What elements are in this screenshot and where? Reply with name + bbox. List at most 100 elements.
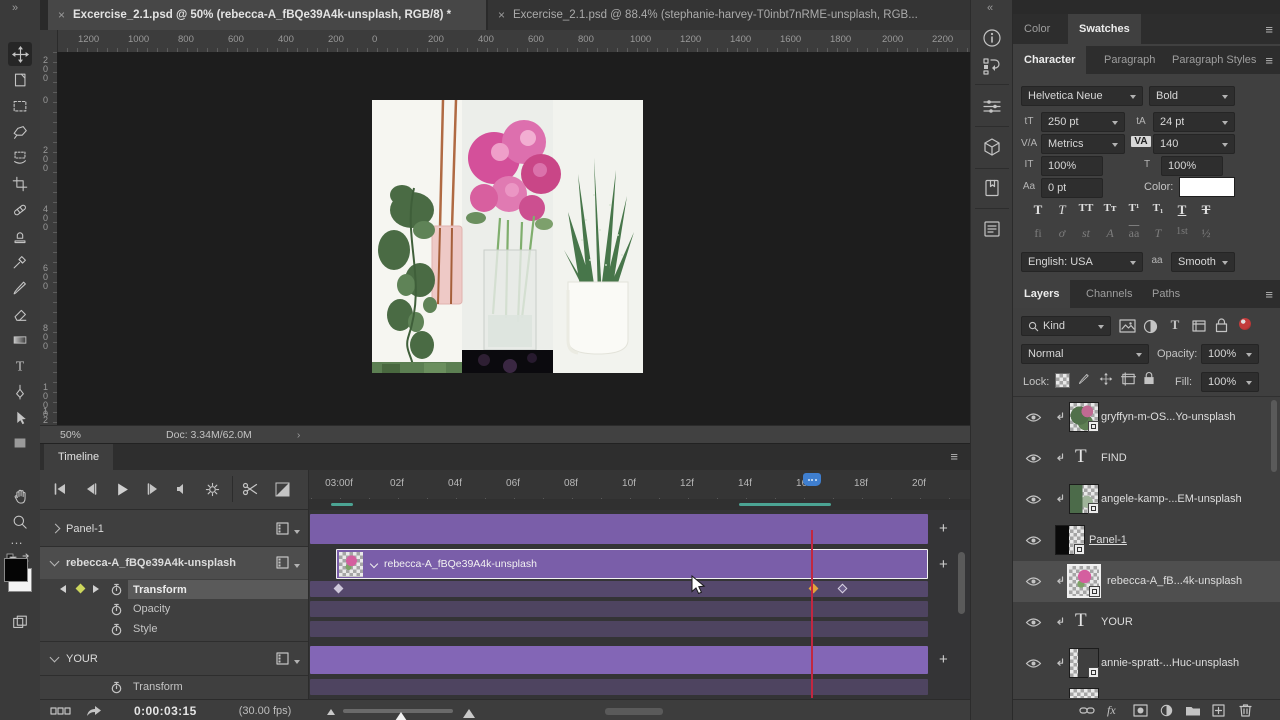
language-select[interactable]: English: USA [1021,252,1143,272]
superscript-button[interactable]: T¹ [1123,202,1145,214]
add-mask-icon[interactable] [1133,704,1148,717]
faux-italic-button[interactable]: T [1051,202,1073,218]
timeline-zoom-slider[interactable] [343,709,453,713]
clip-your[interactable] [310,646,928,674]
chevron-down-icon[interactable] [370,560,378,568]
clone-stamp-tool[interactable] [8,224,32,248]
filter-adjustment-layers-icon[interactable] [1143,319,1158,334]
track-group-rebecca[interactable]: rebecca-A_fBQe39A4k-unsplash [40,547,308,579]
link-layers-icon[interactable] [1079,706,1095,715]
split-at-playhead-button[interactable] [238,478,262,500]
all-caps-button[interactable]: TT [1075,202,1097,214]
new-adjustment-layer-icon[interactable] [1160,704,1173,717]
type-tool[interactable]: T [8,354,32,378]
layer-row[interactable]: T YOUR [1013,602,1280,643]
rectangle-tool[interactable] [8,431,32,455]
add-media-button[interactable]: + [939,558,948,572]
filter-pixel-layers-icon[interactable] [1119,319,1136,333]
titling-alternates-button[interactable]: aa [1123,226,1145,241]
layers-scrollbar[interactable] [1271,400,1277,472]
ordinals-button[interactable]: T [1147,226,1169,241]
move-tool[interactable] [8,42,32,66]
discretionary-ligatures-button[interactable]: st [1075,226,1097,241]
crop-tool[interactable] [8,172,32,196]
lock-pixels-icon[interactable] [1077,372,1091,386]
lock-position-icon[interactable] [1099,372,1113,386]
timeline-horizontal-scrollbar[interactable] [605,708,663,715]
track-group-panel1[interactable]: Panel-1 [40,513,308,545]
gradient-tool[interactable] [8,328,32,352]
visibility-eye-icon[interactable] [1025,658,1042,669]
current-timecode[interactable]: 0:00:03:15 [134,704,197,718]
new-group-icon[interactable] [1185,704,1201,717]
screen-mode-icon[interactable] [8,610,32,634]
visibility-eye-icon[interactable] [1025,412,1042,423]
leading-select[interactable]: 24 pt [1153,112,1235,132]
panel-collapse-icon[interactable]: « [987,2,993,14]
zoom-out-timeline-icon[interactable] [327,705,335,715]
chevron-down-icon[interactable] [294,660,300,667]
add-keyframe-icon[interactable] [76,584,86,594]
strikethrough-button[interactable]: T [1195,202,1217,218]
pen-tool[interactable] [8,380,32,404]
stopwatch-icon[interactable] [110,603,123,616]
document-tab-inactive[interactable]: × Excercise_2.1.psd @ 88.4% (stephanie-h… [488,0,970,30]
small-caps-button[interactable]: Tᴛ [1099,202,1121,214]
property-row-style[interactable]: Style [40,620,308,639]
lock-all-icon[interactable] [1143,371,1155,386]
go-to-first-frame-button[interactable] [48,478,72,500]
audio-mute-button[interactable] [170,478,194,500]
layer-row[interactable]: annie-spratt-...Huc-unsplash [1013,643,1280,684]
tab-color[interactable]: Color [1013,14,1061,44]
tab-swatches[interactable]: Swatches [1068,14,1141,44]
chevron-down-icon[interactable] [294,530,300,537]
blend-mode-select[interactable]: Normal [1021,344,1149,364]
tab-paragraph-styles[interactable]: Paragraph Styles [1161,46,1267,74]
playhead-handle[interactable] [803,473,821,486]
brush-tool[interactable] [8,276,32,300]
chevron-down-icon[interactable] [294,564,300,571]
tab-paths[interactable]: Paths [1141,280,1191,308]
path-select-tool[interactable] [8,406,32,430]
visibility-eye-icon[interactable] [1025,617,1042,628]
baseline-shift-field[interactable]: 0 pt [1041,178,1103,198]
property-row-opacity[interactable]: Opacity [40,600,308,619]
font-family-select[interactable]: Helvetica Neue [1021,86,1143,106]
chevron-down-icon[interactable] [50,557,60,567]
3d-panel-icon[interactable] [976,131,1008,163]
keyframe-lane-transform-your[interactable] [310,679,928,695]
tab-character[interactable]: Character [1013,46,1086,74]
layer-row[interactable]: T FIND [1013,438,1280,479]
healing-brush-tool[interactable] [8,198,32,222]
visibility-eye-icon[interactable] [1025,535,1042,546]
visibility-eye-icon[interactable] [1025,494,1042,505]
filter-toggle-icon[interactable] [1239,318,1251,330]
layer-row[interactable]: angele-kamp-...EM-unsplash [1013,479,1280,520]
stylistic-alternates-button[interactable]: A [1099,226,1121,241]
object-selection-tool[interactable] [8,146,32,170]
zoom-slider-handle[interactable] [395,706,407,720]
layer-row[interactable]: Panel-1 [1013,520,1280,561]
close-icon[interactable]: × [498,8,505,22]
clip-rebecca[interactable]: rebecca-A_fBQe39A4k-unsplash [336,549,928,579]
kerning-select[interactable]: Metrics [1041,134,1125,154]
filter-type-layers-icon[interactable]: T [1167,317,1183,333]
timeline-menu-icon[interactable]: ≡ [950,449,958,464]
playback-settings-button[interactable] [200,478,224,500]
canvas-area[interactable] [57,52,970,425]
layer-row[interactable]: gryffyn-m-OS...Yo-unsplash [1013,397,1280,438]
underline-button[interactable]: T [1171,202,1193,218]
layer-style-fx-icon[interactable]: fx [1107,703,1116,718]
visibility-eye-icon[interactable] [1025,453,1042,464]
next-keyframe-icon[interactable] [93,585,99,593]
add-media-button[interactable]: + [939,522,948,536]
fill-field[interactable]: 100% [1201,372,1259,392]
faux-bold-button[interactable]: T [1027,202,1049,218]
marquee-tool[interactable] [8,94,32,118]
ligatures-button[interactable]: fi [1027,226,1049,241]
tab-layers[interactable]: Layers [1013,280,1070,308]
lock-transparency-icon[interactable] [1055,373,1070,388]
previous-keyframe-icon[interactable] [60,585,66,593]
panel-menu-icon[interactable]: ≡ [1265,53,1273,68]
previous-frame-button[interactable] [79,478,103,500]
